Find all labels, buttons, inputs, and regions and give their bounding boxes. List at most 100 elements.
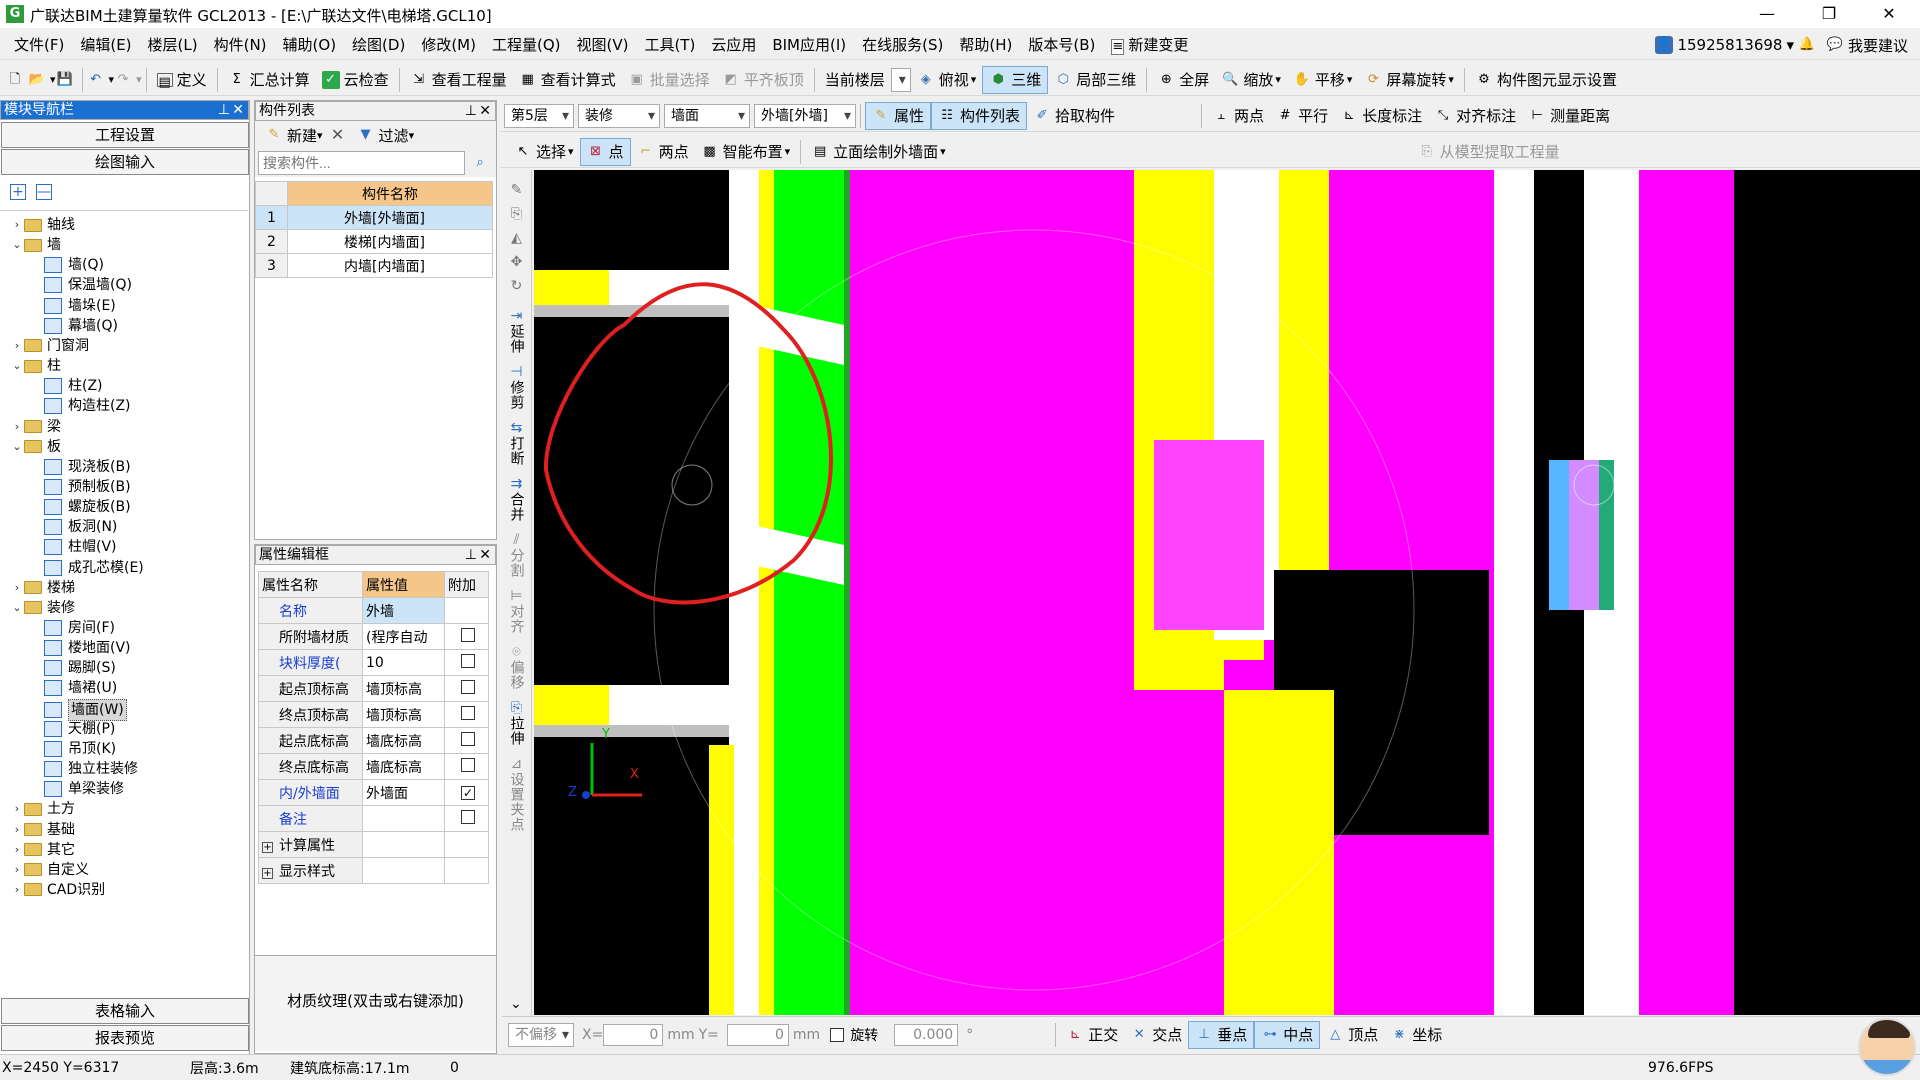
- floor-select[interactable]: 第5层: [504, 103, 574, 128]
- tree-item[interactable]: 成孔芯模(E): [44, 558, 144, 578]
- minimize-button[interactable]: —: [1744, 2, 1790, 26]
- expand-group-icon[interactable]: +: [262, 867, 273, 879]
- properties-button[interactable]: ✎ 属性: [865, 101, 932, 130]
- property-value[interactable]: 外墙面: [362, 779, 445, 806]
- property-value[interactable]: 10: [362, 649, 445, 676]
- redo-dropdown-icon[interactable]: ▾: [136, 73, 142, 86]
- extra-checkbox[interactable]: [461, 731, 475, 746]
- pin-icon[interactable]: ⊥: [218, 101, 230, 119]
- extra-checkbox[interactable]: [461, 653, 475, 668]
- tree-item[interactable]: › CAD识别: [10, 880, 105, 900]
- table-input-button[interactable]: 表格输入: [1, 998, 249, 1024]
- expand-arrow-icon[interactable]: ›: [10, 417, 24, 437]
- extra-checkbox[interactable]: ✓: [461, 785, 475, 800]
- elevation-wall-button[interactable]: ▤ 立面绘制外墙面 ▾: [805, 138, 952, 166]
- pin-icon[interactable]: ⊥: [465, 546, 477, 564]
- two-point-dim-button[interactable]: ⫠ 两点: [1206, 102, 1270, 130]
- tree-item[interactable]: 板洞(N): [44, 517, 117, 537]
- open-folder-icon[interactable]: 📂: [28, 71, 46, 89]
- menu-auxiliary[interactable]: 辅助(O): [275, 30, 345, 60]
- maximize-button[interactable]: ❐: [1806, 2, 1852, 26]
- close-button[interactable]: ✕: [1866, 2, 1912, 26]
- table-row[interactable]: 2 楼梯[内墙面]: [255, 229, 493, 254]
- select-button[interactable]: ↖ 选择 ▾: [508, 138, 580, 166]
- floor-view-select[interactable]: [890, 67, 911, 92]
- menu-component[interactable]: 构件(N): [206, 30, 275, 60]
- tree-item[interactable]: 墙面(W): [44, 698, 127, 721]
- component-list-button[interactable]: ☷ 构件列表: [931, 101, 1028, 130]
- perp-snap[interactable]: ⊥ 垂点: [1188, 1020, 1255, 1049]
- tree-item[interactable]: › 土方: [10, 799, 75, 819]
- menu-bim[interactable]: BIM应用(I): [764, 30, 854, 60]
- tree-item[interactable]: › 楼梯: [10, 578, 75, 598]
- extra-checkbox[interactable]: [461, 679, 475, 694]
- menu-quantity[interactable]: 工程量(Q): [484, 30, 569, 60]
- full-screen-button[interactable]: ⊕ 全屏: [1151, 66, 1215, 94]
- delete-icon[interactable]: ✕: [329, 126, 347, 144]
- expand-arrow-icon[interactable]: ›: [10, 578, 24, 598]
- close-pane-icon[interactable]: ✕: [232, 101, 244, 119]
- scroll-down-icon[interactable]: ⌄: [510, 996, 522, 1012]
- view-quantity-button[interactable]: ⇲ 查看工程量: [404, 66, 513, 94]
- property-value[interactable]: 墙顶标高: [362, 675, 445, 702]
- move-icon[interactable]: ✥: [511, 254, 523, 270]
- tree-item[interactable]: › 门窗洞: [10, 336, 89, 356]
- menu-version[interactable]: 版本号(B): [1020, 30, 1103, 60]
- menu-draw[interactable]: 绘图(D): [344, 30, 413, 60]
- property-row[interactable]: 终点顶标高 墙顶标高: [258, 701, 489, 728]
- new-component-button[interactable]: ✎ 新建 ▾: [259, 121, 329, 149]
- intersect-snap[interactable]: ✕ 交点: [1124, 1021, 1188, 1049]
- bell-icon[interactable]: 🔔: [1798, 36, 1816, 54]
- expand-arrow-icon[interactable]: ›: [10, 799, 24, 819]
- display-settings-button[interactable]: ⚙ 构件图元显示设置: [1469, 66, 1623, 94]
- top-view-button[interactable]: ◈ 俯视 ▾: [911, 66, 983, 94]
- expand-arrow-icon[interactable]: ›: [10, 860, 24, 880]
- undo-icon[interactable]: ↶: [87, 71, 105, 89]
- menu-cloud[interactable]: 云应用: [703, 30, 764, 60]
- tree-item[interactable]: 房间(F): [44, 618, 115, 638]
- pan-button[interactable]: ✋ 平移 ▾: [1287, 66, 1359, 94]
- grip-tool[interactable]: ⊿ 设置夹点: [507, 756, 527, 832]
- account-dropdown-icon[interactable]: ▾: [1786, 36, 1794, 54]
- property-row[interactable]: 内/外墙面 外墙面 ✓: [258, 779, 489, 806]
- tree-item[interactable]: 墙垛(E): [44, 296, 116, 316]
- tree-item[interactable]: › 自定义: [10, 860, 89, 880]
- offset-tool[interactable]: ⌾ 偏移: [507, 644, 527, 690]
- tree-item[interactable]: 柱(Z): [44, 376, 103, 396]
- tree-item[interactable]: 保温墙(Q): [44, 275, 132, 295]
- two-point-button[interactable]: ⌐ 两点: [631, 138, 695, 166]
- draw-input-button[interactable]: 绘图输入: [1, 149, 249, 175]
- pick-component-button[interactable]: ✐ 拾取构件: [1027, 102, 1121, 130]
- extend-tool[interactable]: ⇥ 延伸: [507, 308, 527, 354]
- coord-snap[interactable]: ⋇ 坐标: [1384, 1021, 1448, 1049]
- menu-new-change[interactable]: ≡ 新建变更: [1103, 30, 1196, 60]
- extra-checkbox[interactable]: [461, 627, 475, 642]
- parallel-button[interactable]: # 平行: [1270, 102, 1334, 130]
- stretch-tool[interactable]: ⎘ 拉伸: [507, 700, 527, 746]
- property-row[interactable]: 终点底标高 墙底标高: [258, 753, 489, 780]
- rotate-button[interactable]: ⟳ 屏幕旋转 ▾: [1358, 66, 1460, 94]
- cloud-check-button[interactable]: ✓ 云检查: [316, 66, 395, 94]
- view-formula-button[interactable]: ▦ 查看计算式: [513, 66, 622, 94]
- menu-modify[interactable]: 修改(M): [413, 30, 484, 60]
- mid-snap[interactable]: ⊶ 中点: [1254, 1020, 1321, 1049]
- zoom-button[interactable]: 🔍 缩放 ▾: [1215, 66, 1287, 94]
- trim-tool[interactable]: ⊣ 修剪: [507, 364, 527, 410]
- menu-view[interactable]: 视图(V): [568, 30, 636, 60]
- table-row[interactable]: 3 内墙[内墙面]: [255, 253, 493, 278]
- menu-edit[interactable]: 编辑(E): [72, 30, 139, 60]
- align-dim-button[interactable]: ⤡ 对齐标注: [1428, 102, 1522, 130]
- tree-item[interactable]: 预制板(B): [44, 477, 131, 497]
- expand-group-icon[interactable]: +: [262, 841, 273, 853]
- expand-arrow-icon[interactable]: ›: [10, 820, 24, 840]
- property-value[interactable]: [362, 857, 445, 884]
- collapse-arrow-icon[interactable]: ⌄: [10, 356, 24, 376]
- account-phone[interactable]: 15925813698: [1677, 36, 1782, 54]
- tree-item[interactable]: ⌄ 墙: [10, 235, 61, 255]
- tree-item[interactable]: ⌄ 柱: [10, 356, 61, 376]
- property-row[interactable]: 起点顶标高 墙顶标高: [258, 675, 489, 702]
- menu-help[interactable]: 帮助(H): [951, 30, 1020, 60]
- vertex-snap[interactable]: △ 顶点: [1320, 1021, 1384, 1049]
- property-row[interactable]: + 显示样式: [258, 857, 489, 884]
- tree-item[interactable]: 现浇板(B): [44, 457, 131, 477]
